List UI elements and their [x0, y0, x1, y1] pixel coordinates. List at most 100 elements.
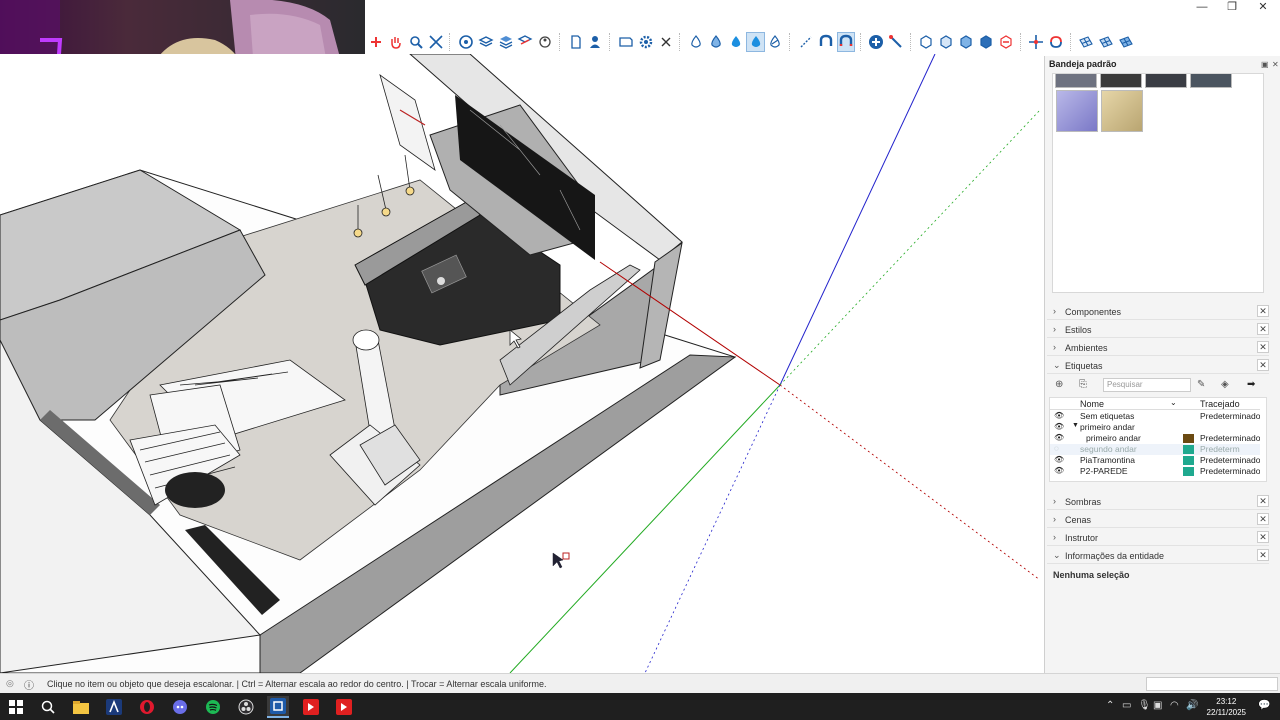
mesh-3-icon[interactable] [1117, 32, 1135, 52]
layers-icon[interactable] [477, 32, 495, 52]
tag-row[interactable]: 👁 PiaTramontina Predeterminado [1050, 455, 1260, 466]
zoom-extents-icon[interactable] [427, 32, 445, 52]
mesh-icon[interactable] [1077, 32, 1095, 52]
orbit-icon[interactable] [457, 32, 475, 52]
material-swatch-beige[interactable] [1101, 90, 1143, 132]
wifi-icon[interactable]: ◠ [1170, 700, 1179, 711]
close-icon[interactable]: ✕ [1257, 305, 1269, 317]
material-swatch-purple[interactable] [1056, 90, 1098, 132]
spotify-icon[interactable] [202, 696, 224, 718]
magnet-active-icon[interactable] [836, 32, 855, 52]
mesh-2-icon[interactable] [1097, 32, 1115, 52]
paint-icon[interactable]: ✎ [1197, 379, 1205, 390]
close-icon[interactable]: ✕ [1257, 495, 1269, 507]
tag-tool-icon[interactable]: ◈ [1221, 379, 1229, 390]
usb-icon[interactable]: ▭ [1122, 700, 1131, 711]
material-swatch[interactable] [1190, 74, 1232, 88]
section-etiquetas[interactable]: ⌄ Etiquetas ✕ [1047, 357, 1269, 374]
zoom-icon[interactable] [407, 32, 425, 52]
section-ambientes[interactable]: › Ambientes ✕ [1047, 339, 1269, 356]
triangle-down-icon[interactable]: ▼ [1072, 422, 1079, 429]
file-icon[interactable] [567, 32, 585, 52]
section-componentes[interactable]: › Componentes ✕ [1047, 303, 1269, 320]
close-icon[interactable]: ✕ [1257, 531, 1269, 543]
tag-row-hidden[interactable]: ◌ segundo andar Predeterm [1050, 444, 1260, 455]
hand-icon[interactable] [387, 32, 405, 52]
opera-icon[interactable] [136, 696, 158, 718]
restore-button[interactable]: ❐ [1217, 0, 1247, 14]
sketchup-icon[interactable] [267, 696, 289, 718]
tray-close-icon[interactable]: ✕ [1272, 60, 1279, 69]
water-drop-solid-icon[interactable] [727, 32, 745, 52]
eye-icon[interactable]: 👁 [1054, 466, 1064, 475]
clock[interactable]: 23:12 22/11/2025 [1207, 696, 1246, 718]
geolocation-icon[interactable]: ◎ [6, 678, 14, 689]
tag-folder-row[interactable]: 👁 ▼ primeiro andar [1050, 422, 1260, 433]
tape-icon[interactable] [887, 32, 905, 52]
eye-icon[interactable]: 👁 [1054, 433, 1064, 442]
solid-trim-icon[interactable] [997, 32, 1015, 52]
section-sombras[interactable]: › Sombras ✕ [1047, 493, 1269, 510]
microphone-icon[interactable]: 🎙 [1138, 700, 1151, 711]
grid-snap-icon[interactable] [797, 32, 815, 52]
water-drop-outline-icon[interactable] [767, 32, 785, 52]
material-swatch[interactable] [1100, 74, 1142, 88]
details-icon[interactable]: ➡ [1247, 379, 1255, 390]
material-swatch[interactable] [1055, 74, 1097, 88]
water-drop-active-icon[interactable] [746, 32, 765, 52]
close-x-icon[interactable] [657, 32, 675, 52]
app-red-2-icon[interactable] [333, 696, 355, 718]
speaker-icon[interactable]: 🔊 [1186, 700, 1198, 711]
notifications-icon[interactable]: 💬 [1258, 700, 1270, 711]
eye-icon[interactable]: 👁 [1054, 422, 1064, 431]
user-icon[interactable] [587, 32, 605, 52]
obs-icon[interactable] [235, 696, 257, 718]
tag-color-swatch[interactable] [1183, 434, 1194, 443]
move-icon[interactable] [1027, 32, 1045, 52]
tags-search-input[interactable]: Pesquisar [1103, 378, 1191, 392]
3d-viewport[interactable] [0, 54, 1042, 673]
add-tag-icon[interactable]: ⊕ [1055, 379, 1063, 390]
search-icon[interactable] [37, 696, 59, 718]
section-plane-icon[interactable] [516, 32, 534, 52]
tag-row[interactable]: 👁 primeiro andar Predeterminado [1050, 433, 1260, 444]
tag-row[interactable]: 👁 P2-PAREDE Predeterminado [1050, 466, 1260, 477]
solid-box-icon[interactable] [917, 32, 935, 52]
solid-union-icon[interactable] [937, 32, 955, 52]
close-button[interactable]: ✕ [1248, 0, 1278, 14]
close-icon[interactable]: ✕ [1257, 513, 1269, 525]
pan-icon[interactable] [367, 32, 385, 52]
app-red-icon[interactable] [300, 696, 322, 718]
file-explorer-icon[interactable] [70, 696, 92, 718]
pin-icon[interactable]: ▣ [1261, 60, 1269, 69]
settings-icon[interactable] [637, 32, 655, 52]
section-estilos[interactable]: › Estilos ✕ [1047, 321, 1269, 338]
section-cenas[interactable]: › Cenas ✕ [1047, 511, 1269, 528]
chevron-up-icon[interactable]: ⌃ [1106, 700, 1114, 711]
eye-icon[interactable]: 👁 [1054, 455, 1064, 464]
solid-subtract-icon[interactable] [957, 32, 975, 52]
water-drop-icon[interactable] [687, 32, 705, 52]
start-icon[interactable] [5, 696, 27, 718]
column-dash-header[interactable]: Tracejado [1200, 399, 1240, 409]
magnet-icon[interactable] [817, 32, 835, 52]
app-a-icon[interactable] [103, 696, 125, 718]
close-icon[interactable]: ✕ [1257, 323, 1269, 335]
tag-color-swatch[interactable] [1183, 456, 1194, 465]
close-icon[interactable]: ✕ [1257, 549, 1269, 561]
walk-icon[interactable] [536, 32, 554, 52]
network-icon[interactable]: ▣ [1153, 700, 1162, 711]
column-name-header[interactable]: Nome [1080, 399, 1104, 409]
rotate-icon[interactable] [1047, 32, 1065, 52]
info-icon[interactable]: ⓘ [24, 677, 34, 692]
add-icon[interactable] [867, 32, 885, 52]
eye-icon[interactable]: 👁 [1054, 411, 1064, 420]
solid-intersect-icon[interactable] [977, 32, 995, 52]
water-drop-half-icon[interactable] [707, 32, 725, 52]
tag-color-swatch[interactable] [1183, 445, 1194, 454]
discord-icon[interactable] [169, 696, 191, 718]
tag-row[interactable]: 👁 Sem etiquetas Predeterminado [1050, 411, 1260, 422]
section-entity-info[interactable]: ⌄ Informações da entidade ✕ [1047, 547, 1269, 564]
minimize-button[interactable]: — [1187, 0, 1217, 14]
eye-hidden-icon[interactable]: ◌ [1054, 444, 1059, 453]
